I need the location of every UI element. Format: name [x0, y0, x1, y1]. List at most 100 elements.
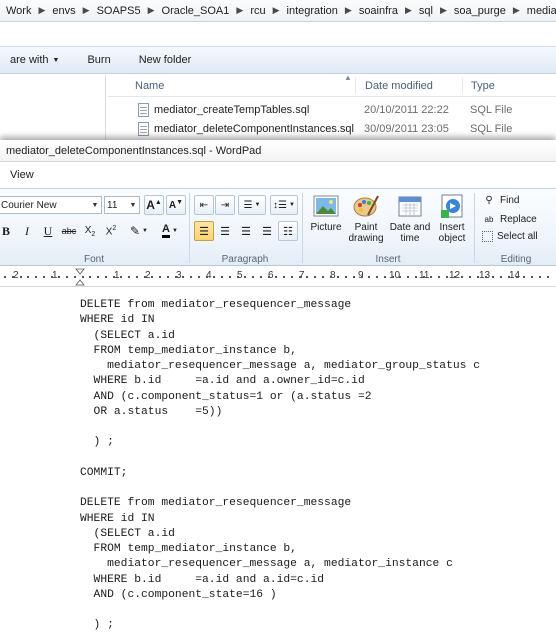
breadcrumb-separator-icon[interactable]: ▶	[83, 5, 90, 16]
ruler-tick	[376, 276, 378, 278]
breadcrumb-separator-icon[interactable]: ▶	[236, 5, 243, 16]
strikethrough-button[interactable]: abc	[59, 221, 79, 241]
ruler-tick	[74, 276, 76, 278]
font-size-select[interactable]: 11 ▼	[104, 196, 140, 214]
file-row[interactable]: mediator_deleteComponentInstances.sql 30…	[108, 120, 556, 138]
breadcrumb-item[interactable]: soa_purge	[454, 5, 506, 17]
navigation-pane[interactable]	[0, 75, 106, 140]
breadcrumb-item[interactable]: SOAPS5	[97, 5, 141, 17]
column-divider[interactable]	[355, 78, 356, 94]
ruler-tick	[244, 276, 246, 278]
ruler-tick	[477, 276, 479, 278]
breadcrumb-item[interactable]: Oracle_SOA1	[162, 5, 230, 17]
font-group: Courier New ▼ 11 ▼ A ▲ A ▼ B I U abc X2 X2…	[0, 189, 188, 267]
date-and-time-button[interactable]: Date and time	[390, 191, 430, 251]
justify-icon: ☰	[262, 225, 272, 238]
replace-button[interactable]: ab Replace	[482, 212, 537, 226]
line-spacing-button[interactable]: ↕☰ ▼	[270, 195, 298, 215]
wordpad-title-bar[interactable]: mediator_deleteComponentInstances.sql - …	[0, 140, 556, 162]
ruler-tick	[306, 276, 308, 278]
breadcrumb-separator-icon[interactable]: ▶	[148, 5, 155, 16]
ruler-tick	[361, 276, 363, 278]
find-button[interactable]: ⚲ Find	[482, 193, 519, 207]
ruler-tick	[415, 276, 417, 278]
highlight-color-button[interactable]: ✎ ▼	[124, 221, 154, 241]
breadcrumb-separator-icon[interactable]: ▶	[405, 5, 412, 16]
list-button[interactable]: ☰ ▼	[238, 195, 266, 215]
document-line: WHERE b.id =a.id and a.id=c.id	[80, 573, 325, 586]
grow-font-button[interactable]: A ▲	[144, 195, 164, 215]
ruler-tick	[492, 276, 494, 278]
bold-button[interactable]: B	[0, 221, 16, 241]
superscript-button[interactable]: X2	[101, 221, 121, 241]
select-all-button[interactable]: Select all	[482, 231, 538, 242]
font-family-select[interactable]: Courier New ▼	[0, 196, 102, 214]
breadcrumb-item[interactable]: Work	[6, 5, 31, 17]
ruler-tick	[113, 276, 115, 278]
ruler-tick	[229, 276, 231, 278]
breadcrumb-separator-icon[interactable]: ▶	[513, 5, 520, 16]
subscript-button[interactable]: X2	[80, 221, 100, 241]
breadcrumb-separator-icon[interactable]: ▶	[273, 5, 280, 16]
ruler-tick	[516, 276, 518, 278]
breadcrumb-item[interactable]: soainfra	[359, 5, 398, 17]
ruler-tick	[66, 276, 68, 278]
ruler-tick	[198, 276, 200, 278]
align-center-icon: ☰	[220, 225, 230, 238]
ruler-tick	[43, 276, 45, 278]
breadcrumb-item[interactable]: rcu	[250, 5, 265, 17]
wordpad-window: mediator_deleteComponentInstances.sql - …	[0, 140, 556, 640]
ruler-tick	[136, 276, 138, 278]
ruler-tick	[392, 276, 394, 278]
insert-object-button[interactable]: Insert object	[432, 191, 472, 251]
align-right-button[interactable]: ☰	[236, 221, 256, 241]
breadcrumb-item[interactable]: envs	[52, 5, 75, 17]
ruler-tick	[27, 276, 29, 278]
insert-picture-button[interactable]: Picture	[306, 191, 346, 251]
ruler[interactable]: 211234567891011121314	[0, 267, 556, 287]
picture-label: Picture	[310, 222, 342, 233]
burn-button[interactable]: Burn	[77, 54, 120, 66]
increase-indent-icon: ⇥	[220, 199, 230, 211]
address-bar[interactable]: Work ▶ envs ▶ SOAPS5 ▶ Oracle_SOA1 ▶ rcu ▶ integra…	[0, 0, 556, 22]
justify-button[interactable]: ☰	[257, 221, 277, 241]
ruler-tick	[423, 276, 425, 278]
ruler-tick	[206, 276, 208, 278]
tab-view[interactable]: View	[0, 169, 44, 181]
insert-object-icon	[441, 194, 463, 218]
align-left-button[interactable]: ☰	[194, 221, 214, 241]
explorer-command-bar: are with ▼ Burn New folder	[0, 46, 556, 74]
paint-drawing-button[interactable]: Paint drawing	[346, 191, 386, 251]
breadcrumb-item[interactable]: sql	[419, 5, 433, 17]
document-line: WHERE b.id =a.id and a.owner_id=c.id	[80, 375, 365, 388]
column-divider[interactable]	[462, 78, 463, 94]
ruler-tick	[469, 276, 471, 278]
align-center-button[interactable]: ☰	[215, 221, 235, 241]
ruler-tick	[175, 276, 177, 278]
breadcrumb-item[interactable]: integration	[287, 5, 338, 17]
document-line: (SELECT a.id	[80, 329, 175, 342]
shrink-font-button[interactable]: A ▼	[166, 195, 186, 215]
document-line: AND (c.component_status=1 or (a.status =…	[80, 390, 372, 403]
paragraph-settings-button[interactable]: ☷	[278, 221, 298, 241]
underline-button[interactable]: U	[38, 221, 58, 241]
increase-indent-button[interactable]: ⇥	[215, 195, 235, 215]
ruler-tick	[446, 276, 448, 278]
column-header-date-modified[interactable]: Date modified	[365, 80, 433, 92]
text-color-button[interactable]: A ▼	[156, 221, 184, 241]
decrease-indent-button[interactable]: ⇤	[194, 195, 214, 215]
column-header-type[interactable]: Type	[471, 80, 495, 92]
breadcrumb-separator-icon[interactable]: ▶	[440, 5, 447, 16]
column-header-name[interactable]: Name	[135, 80, 164, 92]
file-row[interactable]: mediator_createTempTables.sql 20/10/2011…	[108, 101, 556, 119]
breadcrumb-separator-icon[interactable]: ▶	[38, 5, 45, 16]
italic-button[interactable]: I	[17, 221, 37, 241]
ruler-tick	[461, 276, 463, 278]
sql-file-icon	[138, 103, 149, 117]
share-with-button[interactable]: are with ▼	[0, 54, 69, 66]
document-area[interactable]: DELETE from mediator_resequencer_message…	[0, 288, 556, 640]
ruler-tick	[314, 276, 316, 278]
new-folder-button[interactable]: New folder	[129, 54, 202, 66]
breadcrumb-item[interactable]: mediator	[527, 5, 556, 17]
breadcrumb-separator-icon[interactable]: ▶	[345, 5, 352, 16]
